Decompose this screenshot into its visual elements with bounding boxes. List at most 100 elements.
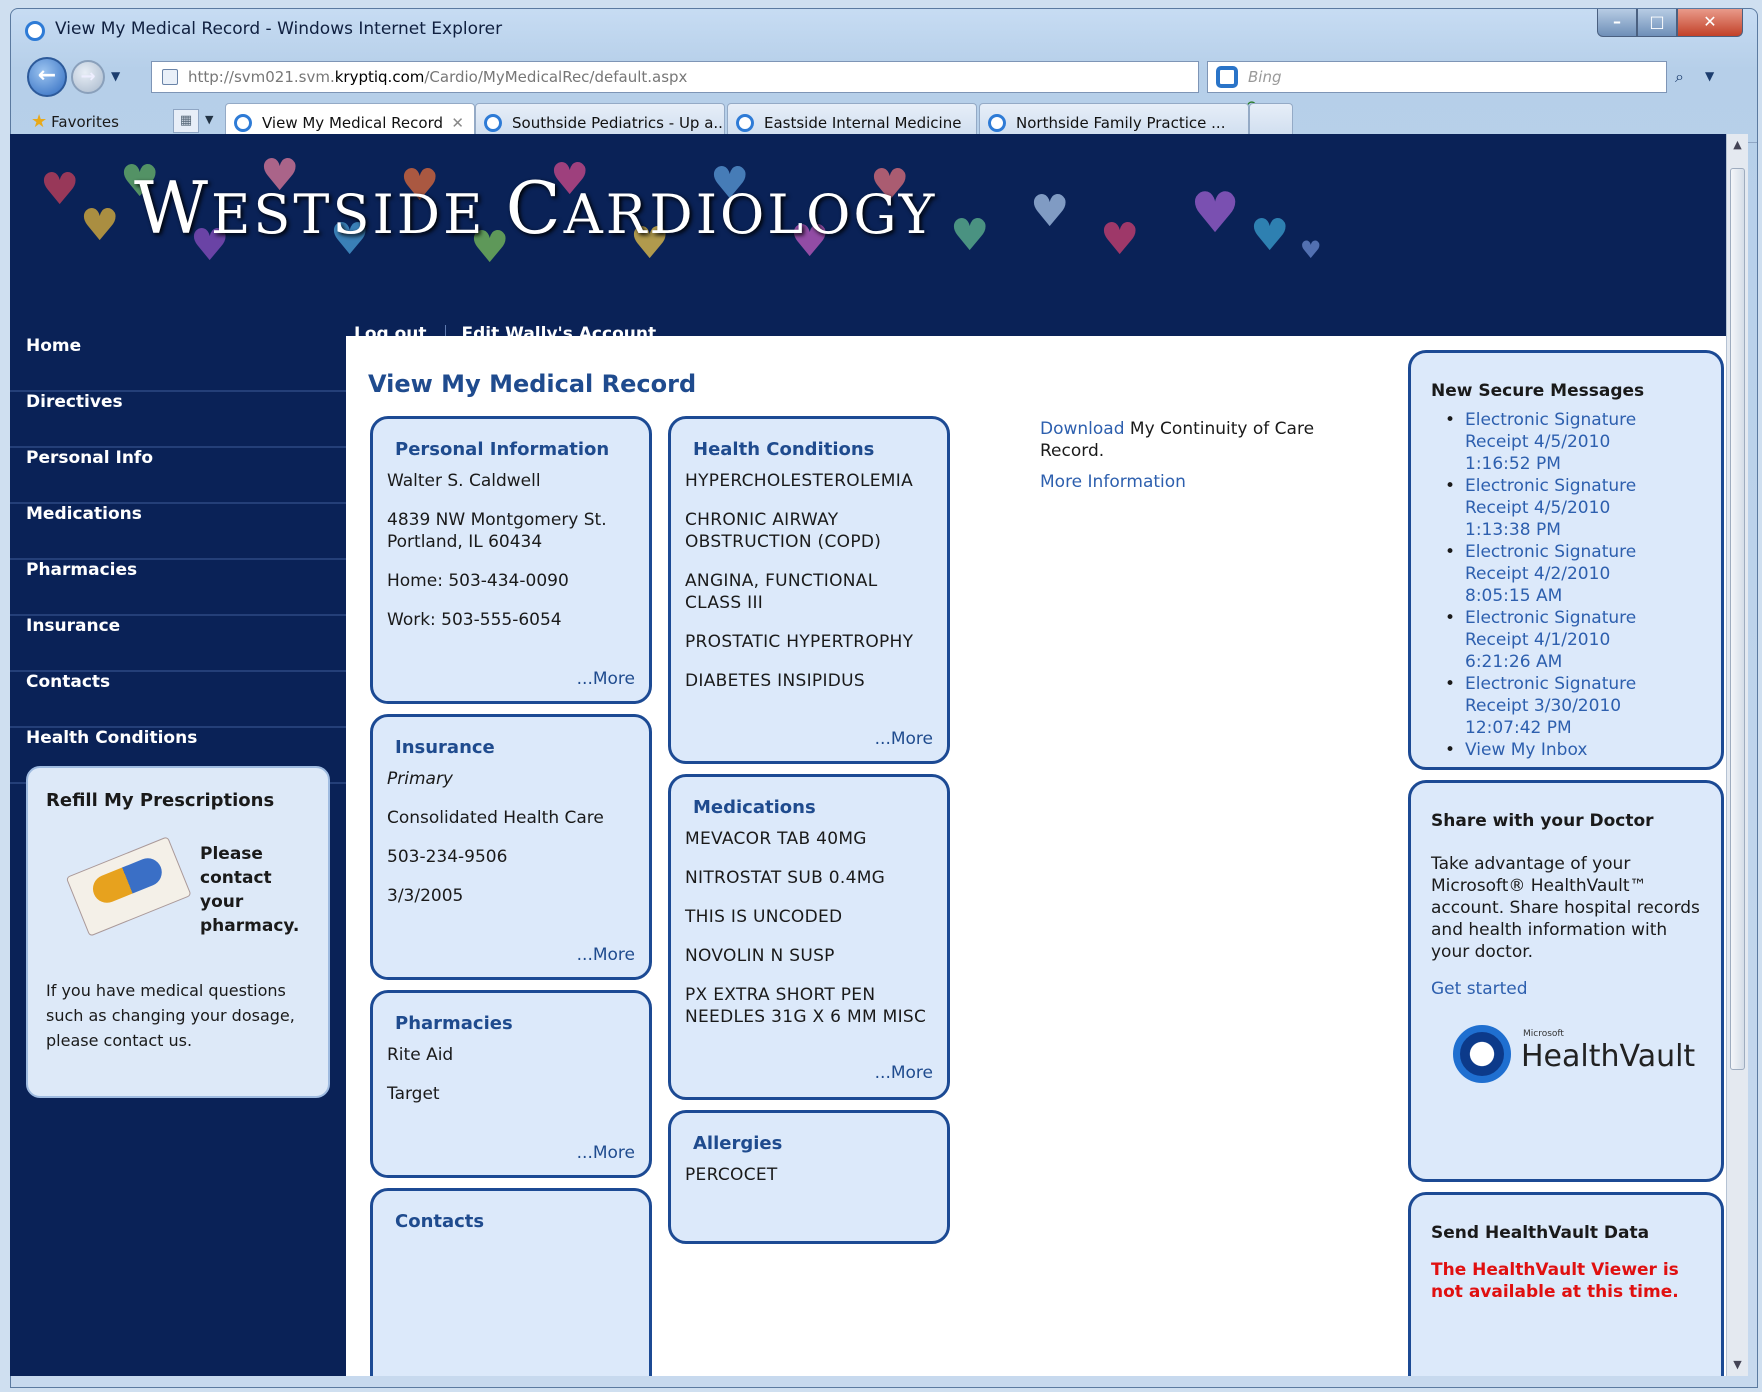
title-bar: View My Medical Record - Windows Interne… bbox=[11, 9, 1757, 53]
message-item[interactable]: Electronic Signature Receipt 4/2/20108:0… bbox=[1431, 541, 1701, 607]
ie-tab-icon bbox=[988, 114, 1006, 132]
pharmacies-more-link[interactable]: ...More bbox=[577, 1143, 635, 1163]
insurance-more-link[interactable]: ...More bbox=[577, 945, 635, 965]
message-list: Electronic Signature Receipt 4/5/20101:1… bbox=[1431, 409, 1701, 761]
share-with-doctor-card: Share with your Doctor Take advantage of… bbox=[1408, 780, 1724, 1182]
address-line-1: 4839 NW Montgomery St. bbox=[387, 510, 607, 530]
get-started-link[interactable]: Get started bbox=[1431, 979, 1701, 999]
window-title: View My Medical Record - Windows Interne… bbox=[55, 19, 503, 39]
address-host: kryptiq.com bbox=[334, 68, 425, 86]
refill-instruction: Please contact your pharmacy. bbox=[200, 844, 300, 936]
close-window-button[interactable]: ✕ bbox=[1677, 9, 1743, 37]
back-button[interactable]: ← bbox=[27, 57, 67, 97]
refill-title: Refill My Prescriptions bbox=[46, 790, 275, 811]
microsoft-wordmark: Microsoft bbox=[1523, 1029, 1564, 1039]
pharmacy-item: Target bbox=[387, 1084, 440, 1104]
patient-name: Walter S. Caldwell bbox=[387, 471, 541, 491]
refill-note: If you have medical questions such as ch… bbox=[46, 981, 295, 1050]
condition-item: ANGINA, FUNCTIONAL CLASS III bbox=[685, 571, 878, 613]
healthvault-wordmark: HealthVault bbox=[1521, 1039, 1696, 1074]
sidebar-item-personal-info[interactable]: Personal Info bbox=[10, 448, 346, 504]
download-ccr: Download My Continuity of Care Record. bbox=[1040, 418, 1320, 462]
site-banner: ♥ ♥ ♥ ♥ ♥ ♥ ♥ ♥ ♥ ♥ ♥ ♥ ♥ ♥ ♥ ♥ ♥ ♥ ♥ WE… bbox=[10, 134, 1726, 328]
view-inbox-link[interactable]: View My Inbox bbox=[1431, 739, 1701, 761]
message-item[interactable]: Electronic Signature Receipt 3/30/201012… bbox=[1431, 673, 1701, 739]
card-title: Share with your Doctor bbox=[1431, 811, 1654, 831]
personal-information-card: Personal Information Walter S. Caldwell … bbox=[370, 416, 652, 704]
medications-more-link[interactable]: ...More bbox=[875, 1063, 933, 1083]
sidebar-item-home[interactable]: Home bbox=[10, 336, 346, 392]
card-title: Insurance bbox=[395, 737, 495, 758]
address-prefix: http://svm021.svm. bbox=[188, 68, 335, 86]
address-line-2: Portland, IL 60434 bbox=[387, 532, 543, 552]
medication-item: PX EXTRA SHORT PEN NEEDLES 31G X 6 MM MI… bbox=[685, 985, 927, 1027]
medication-item: THIS IS UNCODED bbox=[685, 907, 843, 927]
healthvault-logo[interactable]: Microsoft HealthVault bbox=[1453, 1025, 1701, 1089]
minimize-button[interactable]: – bbox=[1597, 9, 1637, 37]
card-title: Contacts bbox=[395, 1211, 485, 1232]
insurance-date: 3/3/2005 bbox=[387, 886, 464, 906]
vertical-scrollbar[interactable]: ▲ ▼ bbox=[1726, 134, 1748, 1376]
medication-item: NITROSTAT SUB 0.4MG bbox=[685, 868, 886, 888]
main-content: View My Medical Record Personal Informat… bbox=[346, 336, 1726, 1376]
sidebar-item-medications[interactable]: Medications bbox=[10, 504, 346, 560]
message-item[interactable]: Electronic Signature Receipt 4/1/20106:2… bbox=[1431, 607, 1701, 673]
search-dropdown-icon[interactable]: ▼ bbox=[1705, 69, 1714, 83]
viewer-unavailable-warning: The HealthVault Viewer is not available … bbox=[1431, 1260, 1679, 1302]
sidebar-nav: Home Directives Personal Info Medication… bbox=[10, 336, 346, 784]
condition-item: HYPERCHOLESTEROLEMIA bbox=[685, 471, 914, 491]
prescription-pills-icon bbox=[50, 815, 211, 959]
health-conditions-card: Health Conditions HYPERCHOLESTEROLEMIA C… bbox=[668, 416, 950, 764]
insurance-card: Insurance Primary Consolidated Health Ca… bbox=[370, 714, 652, 980]
scrollbar-thumb[interactable] bbox=[1730, 168, 1745, 1070]
search-icon[interactable]: ⌕ bbox=[1675, 67, 1684, 87]
card-title: Send HealthVault Data bbox=[1431, 1223, 1650, 1243]
sidebar-item-directives[interactable]: Directives bbox=[10, 392, 346, 448]
card-title: Personal Information bbox=[395, 439, 610, 460]
tab-label: Eastside Internal Medicine bbox=[764, 114, 962, 132]
send-healthvault-card: Send HealthVault Data The HealthVault Vi… bbox=[1408, 1192, 1724, 1376]
work-phone: Work: 503-555-6054 bbox=[387, 610, 562, 630]
tab-label: Northside Family Practice ... bbox=[1016, 114, 1226, 132]
quick-tabs-icon[interactable]: ▦ bbox=[173, 109, 199, 133]
card-title: Pharmacies bbox=[395, 1013, 513, 1034]
scroll-up-icon[interactable]: ▲ bbox=[1727, 134, 1748, 156]
bing-icon bbox=[1216, 66, 1238, 88]
more-information-link[interactable]: More Information bbox=[1040, 472, 1186, 492]
site-logo-text: WESTSIDE CARDIOLOGY bbox=[134, 166, 938, 250]
card-title: Allergies bbox=[693, 1133, 783, 1154]
condition-item: DIABETES INSIPIDUS bbox=[685, 671, 865, 691]
conditions-more-link[interactable]: ...More bbox=[875, 729, 933, 749]
ie-tab-icon bbox=[484, 114, 502, 132]
sidebar-item-pharmacies[interactable]: Pharmacies bbox=[10, 560, 346, 616]
address-row: ← → ▼ http://svm021.svm.kryptiq.com/Card… bbox=[11, 53, 1757, 146]
ie-tab-icon bbox=[234, 114, 252, 132]
ie-logo-icon bbox=[25, 21, 45, 41]
healthvault-ring-icon bbox=[1453, 1025, 1511, 1083]
tab-list-dropdown-icon[interactable]: ▼ bbox=[205, 113, 213, 126]
address-path: /Cardio/MyMedicalRec/default.aspx bbox=[424, 68, 688, 86]
personal-more-link[interactable]: ...More bbox=[577, 669, 635, 689]
favorites-label: Favorites bbox=[51, 113, 119, 131]
forward-button[interactable]: → bbox=[71, 60, 105, 94]
share-description: Take advantage of your Microsoft® Health… bbox=[1431, 854, 1700, 962]
history-dropdown-icon[interactable]: ▼ bbox=[111, 69, 120, 83]
sidebar-item-insurance[interactable]: Insurance bbox=[10, 616, 346, 672]
message-item[interactable]: Electronic Signature Receipt 4/5/20101:1… bbox=[1431, 409, 1701, 475]
message-item[interactable]: Electronic Signature Receipt 4/5/20101:1… bbox=[1431, 475, 1701, 541]
search-input[interactable]: Bing bbox=[1207, 61, 1667, 93]
maximize-button[interactable]: □ bbox=[1637, 9, 1677, 37]
sidebar-item-contacts[interactable]: Contacts bbox=[10, 672, 346, 728]
address-bar[interactable]: http://svm021.svm.kryptiq.com/Cardio/MyM… bbox=[151, 61, 1260, 146]
ie-tab-icon bbox=[736, 114, 754, 132]
page-icon bbox=[162, 69, 178, 85]
scroll-down-icon[interactable]: ▼ bbox=[1727, 1354, 1748, 1376]
download-link[interactable]: Download bbox=[1040, 419, 1125, 439]
favorites-button[interactable]: ★ Favorites bbox=[31, 111, 119, 132]
insurance-company: Consolidated Health Care bbox=[387, 808, 604, 828]
card-title: Health Conditions bbox=[693, 439, 875, 460]
medication-item: NOVOLIN N SUSP bbox=[685, 946, 835, 966]
page-viewport: ♥ ♥ ♥ ♥ ♥ ♥ ♥ ♥ ♥ ♥ ♥ ♥ ♥ ♥ ♥ ♥ ♥ ♥ ♥ WE… bbox=[10, 134, 1726, 1376]
allergy-item: PERCOCET bbox=[685, 1165, 778, 1185]
search-placeholder: Bing bbox=[1248, 68, 1282, 86]
